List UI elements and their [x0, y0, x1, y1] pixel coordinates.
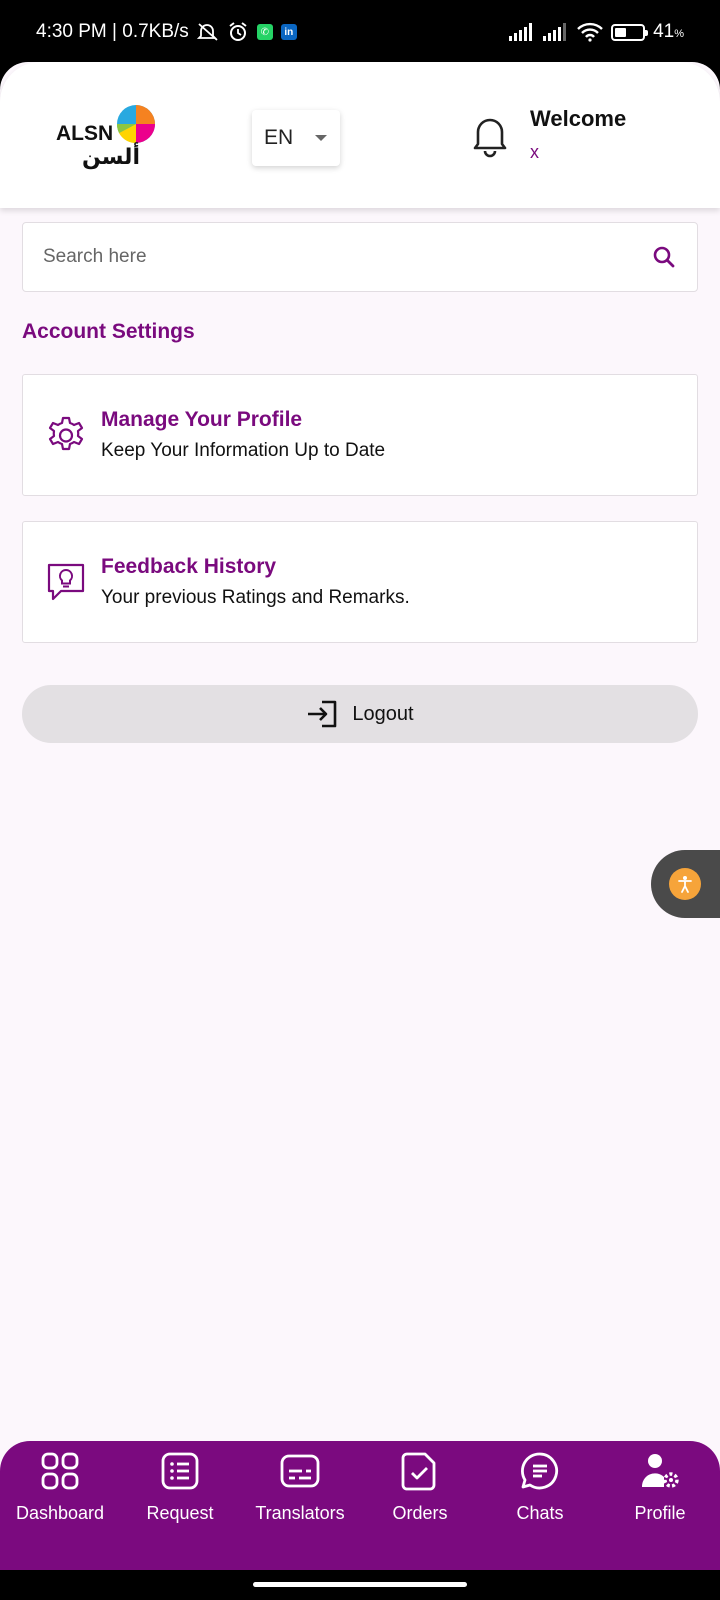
feedback-history-card[interactable]: Feedback History Your previous Ratings a… — [22, 521, 698, 643]
nav-label: Translators — [255, 1503, 345, 1523]
search-icon[interactable] — [651, 244, 677, 270]
gear-icon — [45, 414, 87, 456]
signal-icon — [543, 23, 569, 41]
battery-text: 41% — [653, 21, 684, 42]
nav-request[interactable]: Request — [120, 1451, 240, 1524]
top-header: ALSN ألسن EN Welcome x — [0, 62, 720, 208]
card-title: Feedback History — [101, 555, 277, 578]
subtitles-icon — [280, 1451, 320, 1491]
logout-label: Logout — [352, 702, 414, 725]
whatsapp-icon: ✆ — [256, 24, 273, 40]
card-title: Manage Your Profile — [101, 408, 303, 431]
svg-text:ALSN: ALSN — [56, 122, 113, 145]
nav-profile[interactable]: Profile — [600, 1451, 720, 1524]
svg-text:ألسن: ألسن — [82, 141, 140, 170]
bottom-navigation: Dashboard Request Translators Orders Cha… — [0, 1441, 720, 1570]
card-subtitle: Keep Your Information Up to Date — [101, 440, 386, 461]
app-screen: ALSN ألسن EN Welcome x Account Settings — [0, 62, 720, 1570]
manage-profile-text: Manage Your Profile Keep Your Informatio… — [101, 408, 385, 462]
welcome-title: Welcome — [530, 106, 627, 131]
nav-label: Profile — [634, 1503, 686, 1523]
nav-label: Orders — [392, 1503, 448, 1523]
status-left: 4:30 PM | 0.7KB/s ✆ in — [36, 21, 297, 43]
logout-button[interactable]: Logout — [22, 685, 698, 743]
nav-label: Request — [146, 1503, 214, 1523]
feedback-history-text: Feedback History Your previous Ratings a… — [101, 555, 410, 609]
language-dropdown[interactable]: EN — [252, 110, 340, 166]
accessibility-icon — [669, 868, 701, 900]
signal-icon — [509, 23, 535, 41]
nav-label: Dashboard — [15, 1503, 105, 1523]
mute-icon — [196, 22, 219, 42]
status-time-speed: 4:30 PM | 0.7KB/s — [36, 21, 189, 42]
manage-profile-card[interactable]: Manage Your Profile Keep Your Informatio… — [22, 374, 698, 496]
language-value: EN — [264, 126, 294, 149]
status-right: 41% — [509, 21, 684, 43]
search-input[interactable] — [43, 246, 651, 268]
grid-icon — [40, 1451, 80, 1491]
nav-chats[interactable]: Chats — [480, 1451, 600, 1524]
search-bar — [22, 222, 698, 292]
battery-icon — [611, 23, 649, 41]
logout-icon — [306, 699, 340, 729]
bell-icon[interactable] — [470, 114, 510, 158]
section-title-account-settings: Account Settings — [22, 320, 195, 343]
nav-orders[interactable]: Orders — [360, 1451, 480, 1524]
chevron-down-icon — [315, 135, 328, 141]
linkedin-icon: in — [280, 24, 297, 40]
accessibility-button[interactable] — [651, 850, 720, 918]
nav-translators[interactable]: Translators — [240, 1451, 360, 1524]
nav-dashboard[interactable]: Dashboard — [0, 1451, 120, 1524]
alarm-icon — [227, 21, 249, 43]
user-settings-icon — [640, 1451, 680, 1491]
card-subtitle: Your previous Ratings and Remarks. — [101, 587, 410, 608]
chat-icon — [520, 1451, 560, 1491]
list-icon — [160, 1451, 200, 1491]
status-bar: 4:30 PM | 0.7KB/s ✆ in 41% — [0, 0, 720, 64]
welcome-username: x — [530, 142, 539, 162]
nav-label: Chats — [516, 1503, 564, 1523]
gesture-area — [0, 1570, 720, 1600]
home-gesture-bar[interactable] — [253, 1582, 467, 1587]
alsn-logo[interactable]: ALSN ألسن — [56, 102, 162, 170]
wifi-icon — [577, 22, 603, 42]
feedback-icon — [45, 561, 87, 603]
document-check-icon — [400, 1451, 440, 1491]
